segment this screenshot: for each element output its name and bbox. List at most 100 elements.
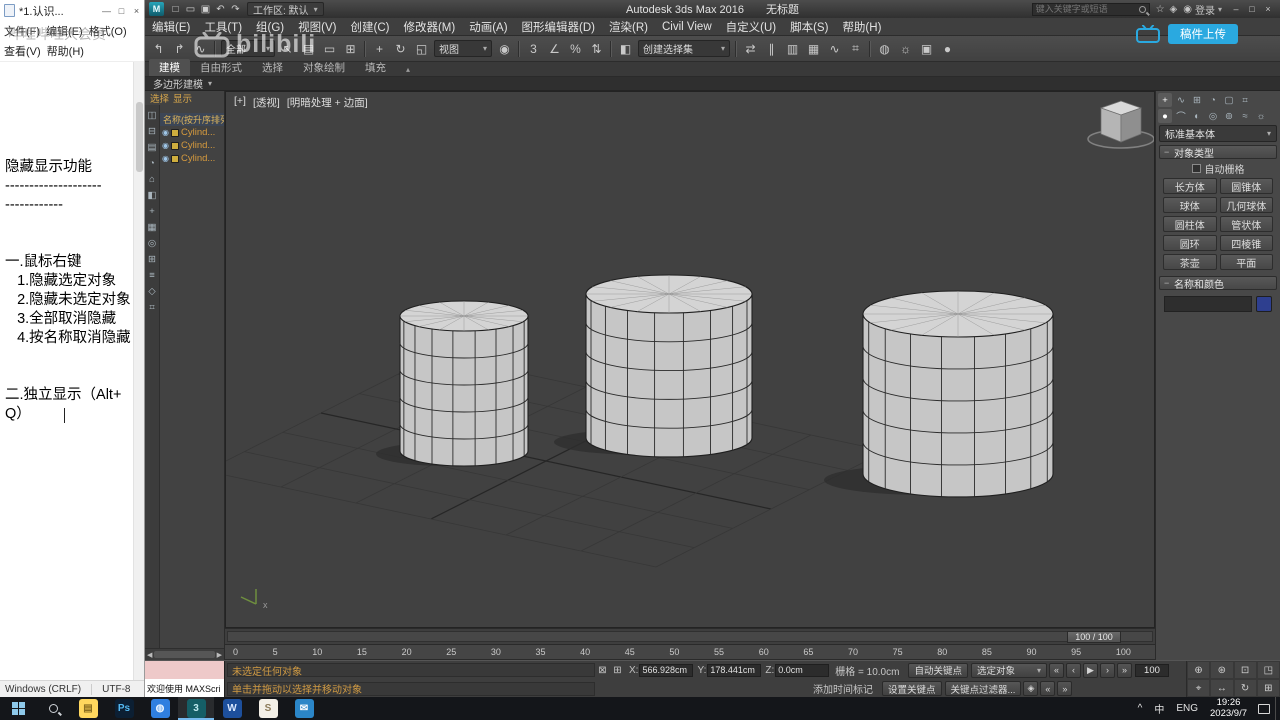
align-icon[interactable]: ∥ bbox=[761, 39, 782, 59]
toolbar-separator[interactable] bbox=[735, 40, 737, 57]
toolbar-separator[interactable] bbox=[518, 40, 520, 57]
explorer-grid-icon[interactable]: ▦ bbox=[145, 220, 159, 234]
minimize-button[interactable]: – bbox=[1228, 2, 1244, 16]
category-helpers[interactable]: ⊚ bbox=[1222, 109, 1236, 123]
object-type-button[interactable]: 茶壶 bbox=[1163, 254, 1217, 270]
taskbar-word[interactable]: W bbox=[214, 697, 250, 720]
explorer-add-icon[interactable]: + bbox=[145, 204, 159, 218]
perspective-viewport[interactable]: x [+] [透视] [明暗处理 + 边面] bbox=[225, 91, 1155, 628]
ribbon-toggle-icon[interactable]: ▦ bbox=[803, 39, 824, 59]
notepad-menu-item[interactable]: 格式(O) bbox=[86, 21, 130, 41]
explorer-time-icon[interactable]: ◔ bbox=[145, 156, 159, 170]
close-button[interactable]: × bbox=[1260, 2, 1276, 16]
scrollbar-thumb[interactable] bbox=[136, 102, 143, 172]
track-bar[interactable]: 100 / 100 bbox=[225, 628, 1155, 645]
next-frame-button[interactable]: › bbox=[1099, 662, 1115, 678]
menu-item[interactable]: 创建(C) bbox=[343, 19, 396, 35]
toolbar-separator[interactable] bbox=[214, 40, 216, 57]
fov-icon[interactable]: ⌖ bbox=[1187, 679, 1211, 697]
category-geometry[interactable]: ● bbox=[1158, 109, 1172, 123]
object-type-button[interactable]: 长方体 bbox=[1163, 178, 1217, 194]
notepad-menu-item[interactable]: 编辑(E) bbox=[43, 21, 86, 41]
taskbar-clock[interactable]: 19:26 2023/9/7 bbox=[1204, 697, 1253, 719]
new-file-icon[interactable]: □ bbox=[168, 2, 183, 16]
menu-item[interactable]: 帮助(H) bbox=[835, 19, 888, 35]
explorer-sort-icon[interactable]: ⊟ bbox=[145, 124, 159, 138]
category-spacewarps[interactable]: ≈ bbox=[1238, 109, 1252, 123]
max-titlebar[interactable]: M □▭▣↶↷ 工作区: 默认 Autodesk 3ds Max 2016无标题… bbox=[145, 0, 1280, 18]
explorer-home-icon[interactable]: ⌂ bbox=[145, 172, 159, 186]
current-frame-field[interactable]: 100 bbox=[1134, 663, 1169, 677]
rollout-object-type[interactable]: 对象类型 bbox=[1159, 145, 1277, 160]
go-start-button[interactable]: « bbox=[1048, 662, 1064, 678]
ime-indicator[interactable]: 中 bbox=[1148, 701, 1170, 716]
menu-item[interactable]: 自定义(U) bbox=[719, 19, 783, 35]
save-icon[interactable]: ▣ bbox=[198, 2, 213, 16]
explorer-object-row[interactable]: Cylind... bbox=[160, 152, 224, 165]
go-end-button[interactable]: » bbox=[1116, 662, 1132, 678]
open-file-icon[interactable]: ▭ bbox=[183, 2, 198, 16]
z-coordinate-field[interactable]: 0.0cm bbox=[775, 663, 830, 677]
key-mode-button[interactable]: ◈ bbox=[1023, 681, 1039, 696]
explorer-menu-select[interactable]: 选择 bbox=[150, 91, 169, 105]
x-coordinate-field[interactable]: 566.928cm bbox=[639, 663, 694, 677]
tab-motion[interactable]: ◔ bbox=[1206, 93, 1220, 107]
ref-coord-dropdown[interactable]: 视图 bbox=[434, 40, 492, 57]
notepad-menu-item[interactable]: 帮助(H) bbox=[44, 41, 87, 61]
maximize-button[interactable]: □ bbox=[1244, 2, 1260, 16]
spinner-snap-icon[interactable]: ⇅ bbox=[586, 39, 607, 59]
percent-snap-icon[interactable]: % bbox=[565, 39, 586, 59]
visibility-eye-icon[interactable] bbox=[162, 142, 169, 150]
object-type-button[interactable]: 平面 bbox=[1219, 254, 1273, 270]
explorer-target-icon[interactable]: ◎ bbox=[145, 236, 159, 250]
snap-toggle-icon[interactable]: 3 bbox=[523, 39, 544, 59]
explorer-hash-icon[interactable]: ⌗ bbox=[145, 300, 159, 314]
toolbar-separator[interactable] bbox=[610, 40, 612, 57]
scale-icon[interactable]: ◱ bbox=[411, 39, 432, 59]
zoom-all-icon[interactable]: ⊛ bbox=[1210, 661, 1234, 679]
menu-item[interactable]: 修改器(M) bbox=[396, 19, 462, 35]
taskbar-sai[interactable]: S bbox=[250, 697, 286, 720]
taskbar-3dsmax[interactable]: 3 bbox=[178, 697, 214, 720]
edit-named-selections-icon[interactable]: ◧ bbox=[615, 39, 636, 59]
maxscript-listener-white[interactable]: 欢迎使用 MAXScri bbox=[145, 679, 225, 698]
explorer-filter-icon[interactable]: ◧ bbox=[145, 188, 159, 202]
signin-button[interactable]: ◉ 登录 bbox=[1183, 2, 1222, 17]
notepad-menu-item[interactable]: 查看(V) bbox=[1, 41, 44, 61]
category-shapes[interactable]: ⌒ bbox=[1174, 109, 1188, 123]
render-production-icon[interactable]: ● bbox=[937, 39, 958, 59]
timeline-ruler[interactable]: 0 5 10 15 20 25 30 35 40 45 50 55 60 65 70 75 80 85 90 95 10… bbox=[225, 645, 1155, 660]
chevron-down-icon[interactable] bbox=[208, 78, 212, 89]
angle-snap-icon[interactable]: ∠ bbox=[544, 39, 565, 59]
workspace-dropdown[interactable]: 工作区: 默认 bbox=[247, 2, 324, 17]
curve-editor-icon[interactable]: ∿ bbox=[824, 39, 845, 59]
taskbar-mail[interactable]: ✉ bbox=[286, 697, 322, 720]
pan-icon[interactable]: ↔ bbox=[1210, 679, 1234, 697]
setkey-button[interactable]: 设置关键点 bbox=[882, 681, 942, 696]
infocenter-icon[interactable]: ◈ bbox=[1170, 4, 1178, 15]
category-systems[interactable]: ☼ bbox=[1254, 109, 1268, 123]
taskbar-file-explorer[interactable]: ▤ bbox=[70, 697, 106, 720]
key-filters-button[interactable]: 关键点过滤器... bbox=[944, 681, 1022, 696]
toolbar-separator[interactable] bbox=[364, 40, 366, 57]
explorer-shape-icon[interactable]: ◇ bbox=[145, 284, 159, 298]
ribbon-tab[interactable]: 建模 bbox=[149, 59, 190, 76]
move-icon[interactable]: + bbox=[369, 39, 390, 59]
scroll-left-icon[interactable]: ◀ bbox=[147, 651, 152, 659]
menu-item[interactable]: 图形编辑器(D) bbox=[515, 19, 602, 35]
schematic-view-icon[interactable]: ⌗ bbox=[845, 39, 866, 59]
explorer-rows-icon[interactable]: ≡ bbox=[145, 268, 159, 282]
scroll-right-icon[interactable]: ▶ bbox=[217, 651, 222, 659]
time-slider[interactable]: 100 / 100 bbox=[1067, 631, 1121, 643]
rect-region-icon[interactable]: ▭ bbox=[319, 39, 340, 59]
y-coordinate-field[interactable]: 178.441cm bbox=[707, 663, 762, 677]
object-type-button[interactable]: 圆柱体 bbox=[1163, 216, 1217, 232]
zoom-region-icon[interactable]: ◳ bbox=[1256, 661, 1280, 679]
tab-hierarchy[interactable]: ⊞ bbox=[1190, 93, 1204, 107]
ribbon-subtab[interactable]: 多边形建模 bbox=[153, 76, 203, 91]
show-desktop-button[interactable] bbox=[1275, 697, 1280, 720]
ribbon-tab[interactable]: 自由形式 bbox=[190, 59, 252, 76]
selection-set-dropdown[interactable]: 选定对象 bbox=[970, 662, 1047, 678]
select-by-name-icon[interactable]: ▤ bbox=[298, 39, 319, 59]
tab-utilities[interactable]: ⌗ bbox=[1238, 93, 1252, 107]
